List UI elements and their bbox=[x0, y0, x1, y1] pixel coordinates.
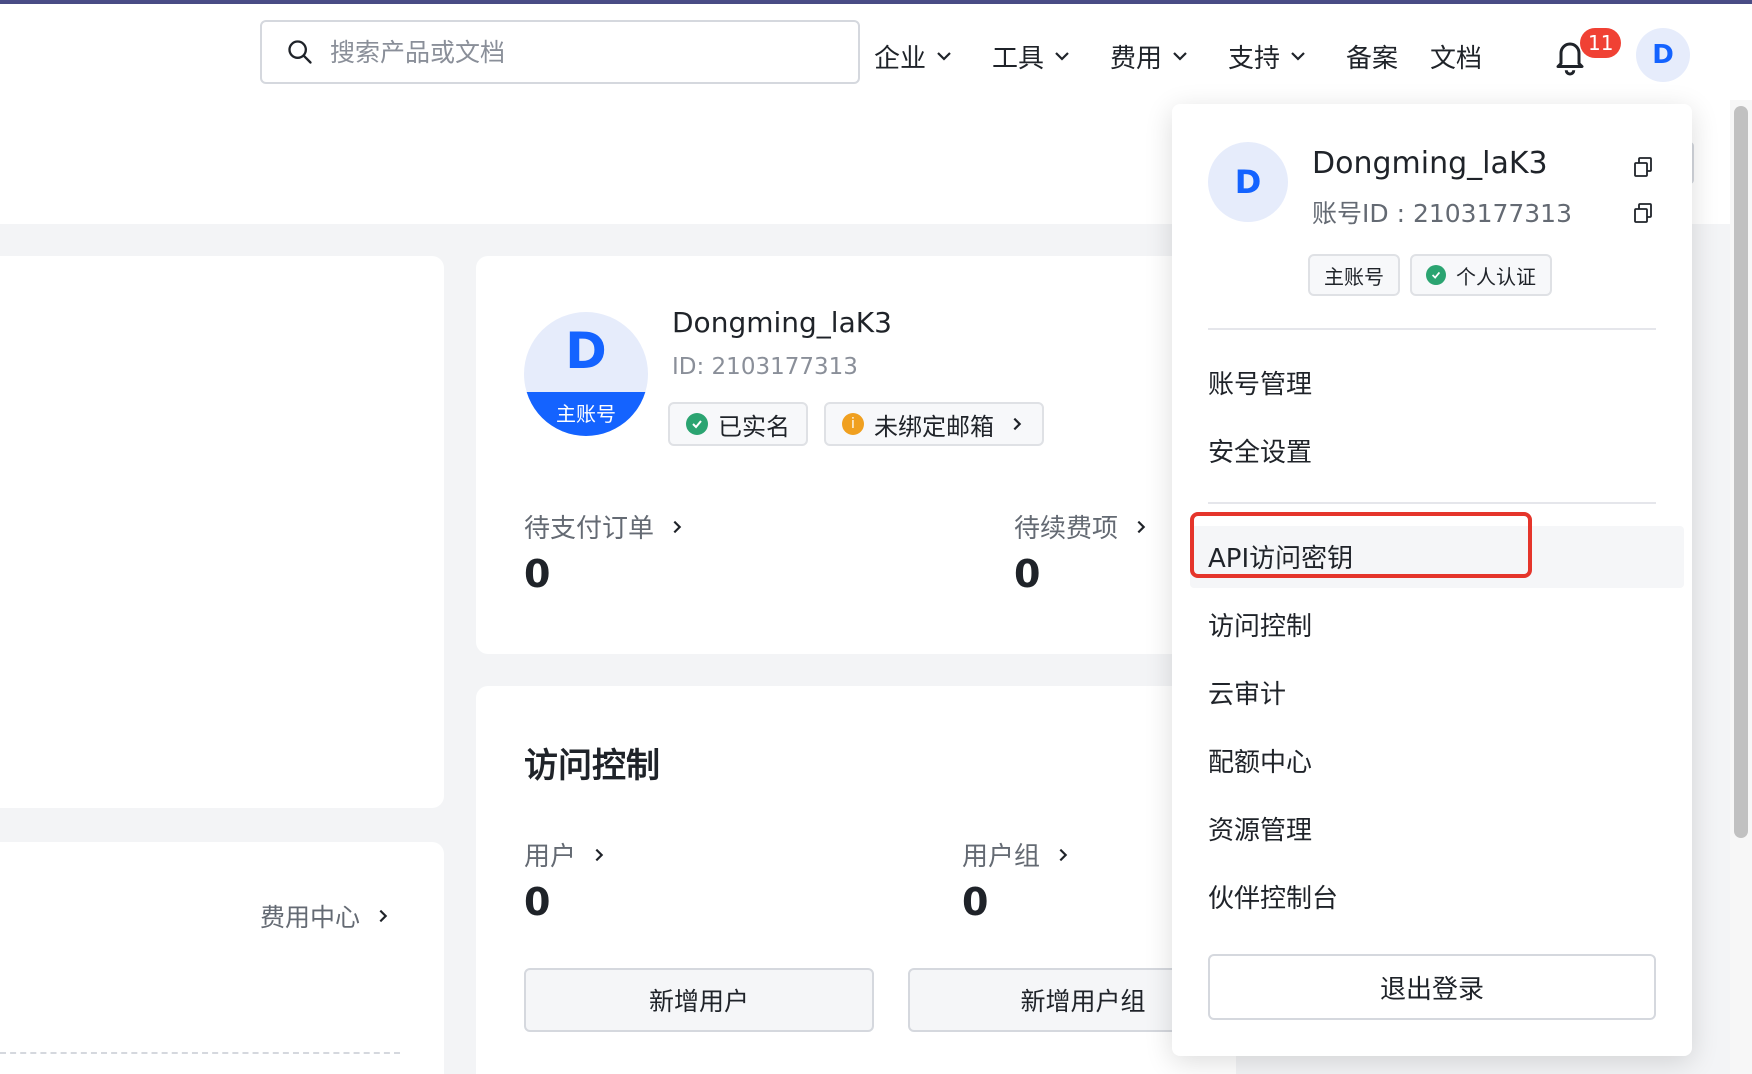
email-unbound-label: 未绑定邮箱 bbox=[874, 412, 994, 441]
access-control-title: 访问控制 bbox=[524, 746, 660, 786]
chevron-right-icon bbox=[1137, 520, 1146, 533]
fees-card bbox=[0, 842, 444, 1074]
menu-item-account-management[interactable]: 账号管理 bbox=[1208, 352, 1312, 412]
nav-tools[interactable]: 工具 bbox=[992, 34, 1072, 78]
chevron-down-icon bbox=[937, 52, 951, 61]
nav-label: 费用 bbox=[1110, 43, 1163, 74]
email-unbound-tag[interactable]: i 未绑定邮箱 bbox=[824, 402, 1044, 446]
nav-docs[interactable]: 文档 bbox=[1430, 34, 1482, 78]
chevron-down-icon bbox=[1173, 52, 1187, 61]
dropdown-avatar: D bbox=[1208, 142, 1288, 222]
copy-icon[interactable] bbox=[1632, 202, 1654, 224]
chevron-right-icon bbox=[1059, 848, 1068, 861]
users-label: 用户 bbox=[524, 842, 577, 872]
verified-tag[interactable]: 已实名 bbox=[668, 402, 808, 446]
dashed-divider bbox=[0, 1052, 400, 1054]
dropdown-divider bbox=[1208, 328, 1656, 330]
user-groups-link[interactable]: 用户组 bbox=[962, 836, 1072, 873]
personal-cert-label: 个人认证 bbox=[1456, 264, 1536, 289]
logout-button[interactable]: 退出登录 bbox=[1208, 954, 1656, 1020]
menu-item-api-keys[interactable]: API访问密钥 bbox=[1208, 526, 1353, 586]
nav-support[interactable]: 支持 bbox=[1228, 34, 1308, 78]
personal-cert-tag: 个人认证 bbox=[1410, 254, 1552, 296]
nav-filing[interactable]: 备案 bbox=[1346, 34, 1398, 78]
users-link[interactable]: 用户 bbox=[524, 836, 608, 873]
verified-label: 已实名 bbox=[718, 412, 790, 441]
profile-username: Dongming_laK3 bbox=[672, 306, 892, 339]
nav-label: 工具 bbox=[992, 43, 1045, 74]
role-label: 主账号 bbox=[524, 392, 648, 436]
profile-avatar: D 主账号 bbox=[524, 312, 648, 436]
top-header: 企业 工具 费用 支持 备案 文档 11 D bbox=[0, 4, 1752, 100]
users-value: 0 bbox=[524, 880, 551, 924]
pending-renewal-link[interactable]: 待续费项 bbox=[1014, 508, 1150, 545]
chevron-right-icon bbox=[673, 520, 682, 533]
nav-label: 企业 bbox=[874, 43, 927, 74]
menu-item-resource-management[interactable]: 资源管理 bbox=[1208, 798, 1312, 858]
menu-item-security-settings[interactable]: 安全设置 bbox=[1208, 420, 1312, 480]
notification-badge: 11 bbox=[1580, 28, 1622, 58]
info-circle-icon: i bbox=[842, 413, 864, 435]
account-dropdown-menu: D Dongming_laK3 账号ID : 2103177313 主账号 个人… bbox=[1172, 104, 1692, 1056]
menu-item-access-control[interactable]: 访问控制 bbox=[1208, 594, 1312, 654]
pending-renewal-value: 0 bbox=[1014, 552, 1041, 596]
chevron-right-icon bbox=[1013, 417, 1022, 431]
search-icon bbox=[288, 40, 312, 64]
add-user-button[interactable]: 新增用户 bbox=[524, 968, 874, 1032]
check-circle-icon bbox=[1426, 265, 1446, 285]
dropdown-divider bbox=[1208, 502, 1656, 504]
fee-center-link[interactable]: 费用中心 bbox=[260, 898, 392, 934]
chevron-right-icon bbox=[595, 848, 604, 861]
copy-icon[interactable] bbox=[1632, 156, 1654, 178]
nav-label: 文档 bbox=[1430, 43, 1483, 74]
nav-label: 备案 bbox=[1346, 43, 1399, 74]
user-groups-value: 0 bbox=[962, 880, 989, 924]
dropdown-username: Dongming_laK3 bbox=[1312, 146, 1548, 181]
chevron-down-icon bbox=[1291, 52, 1305, 61]
chevron-down-icon bbox=[1055, 52, 1069, 61]
profile-id: ID: 2103177313 bbox=[672, 354, 858, 380]
menu-item-partner-console[interactable]: 伙伴控制台 bbox=[1208, 866, 1338, 926]
pending-payment-link[interactable]: 待支付订单 bbox=[524, 508, 686, 545]
nav-enterprise[interactable]: 企业 bbox=[874, 34, 954, 78]
search-box[interactable] bbox=[260, 20, 860, 84]
user-avatar-button[interactable]: D bbox=[1636, 28, 1690, 82]
nav-fees[interactable]: 费用 bbox=[1110, 34, 1190, 78]
chevron-right-icon bbox=[379, 909, 388, 923]
user-groups-label: 用户组 bbox=[962, 842, 1041, 872]
check-circle-icon bbox=[686, 413, 708, 435]
menu-item-cloud-audit[interactable]: 云审计 bbox=[1208, 662, 1286, 722]
left-card bbox=[0, 256, 444, 808]
nav-label: 支持 bbox=[1228, 43, 1281, 74]
scrollbar-thumb[interactable] bbox=[1734, 106, 1748, 838]
search-input[interactable] bbox=[330, 37, 830, 67]
pending-payment-value: 0 bbox=[524, 552, 551, 596]
menu-item-quota-center[interactable]: 配额中心 bbox=[1208, 730, 1312, 790]
avatar-letter: D bbox=[565, 322, 607, 380]
main-account-tag: 主账号 bbox=[1308, 254, 1400, 296]
pending-payment-label: 待支付订单 bbox=[524, 514, 655, 544]
pending-renewal-label: 待续费项 bbox=[1014, 514, 1119, 544]
fee-center-label: 费用中心 bbox=[260, 903, 361, 932]
dropdown-account-id: 账号ID : 2103177313 bbox=[1312, 199, 1572, 228]
